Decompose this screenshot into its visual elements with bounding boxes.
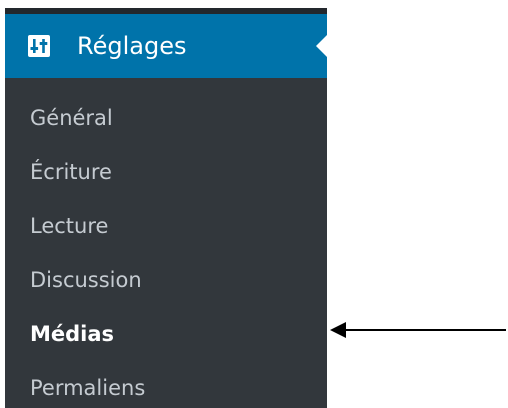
settings-menu-title: Réglages xyxy=(77,32,187,60)
submenu-item-discussion[interactable]: Discussion xyxy=(5,253,327,307)
screenshot-stage: Réglages Général Écriture Lecture Discus… xyxy=(0,0,508,408)
submenu-item-general[interactable]: Général xyxy=(5,91,327,145)
settings-sliders-icon xyxy=(28,35,50,57)
admin-sidebar: Réglages Général Écriture Lecture Discus… xyxy=(5,8,327,408)
submenu-item-reading[interactable]: Lecture xyxy=(5,199,327,253)
submenu-item-permalinks[interactable]: Permaliens xyxy=(5,361,327,408)
submenu-item-writing[interactable]: Écriture xyxy=(5,145,327,199)
settings-submenu: Général Écriture Lecture Discussion Médi… xyxy=(5,91,327,408)
submenu-item-media[interactable]: Médias xyxy=(5,307,327,361)
arrow-left-icon xyxy=(330,322,506,338)
settings-menu-header[interactable]: Réglages xyxy=(5,14,327,78)
current-menu-indicator xyxy=(316,35,327,57)
